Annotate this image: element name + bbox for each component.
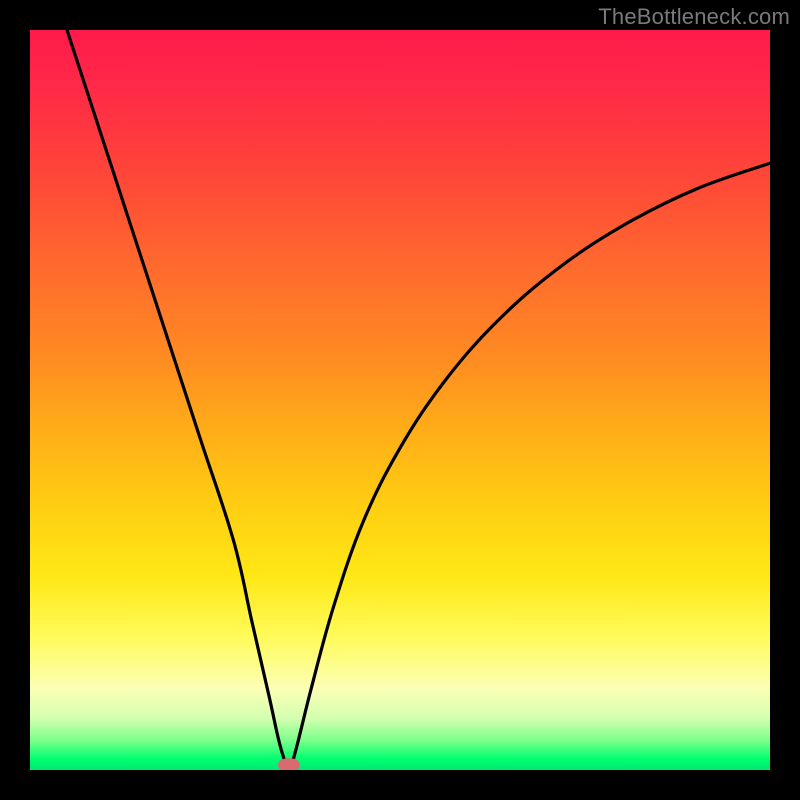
optimal-point-marker: [278, 758, 300, 770]
watermark-text: TheBottleneck.com: [598, 4, 790, 30]
curve-layer: [30, 30, 770, 770]
bottleneck-curve: [67, 30, 770, 770]
plot-area: [30, 30, 770, 770]
chart-frame: TheBottleneck.com: [0, 0, 800, 800]
plot-inner: [30, 30, 770, 770]
